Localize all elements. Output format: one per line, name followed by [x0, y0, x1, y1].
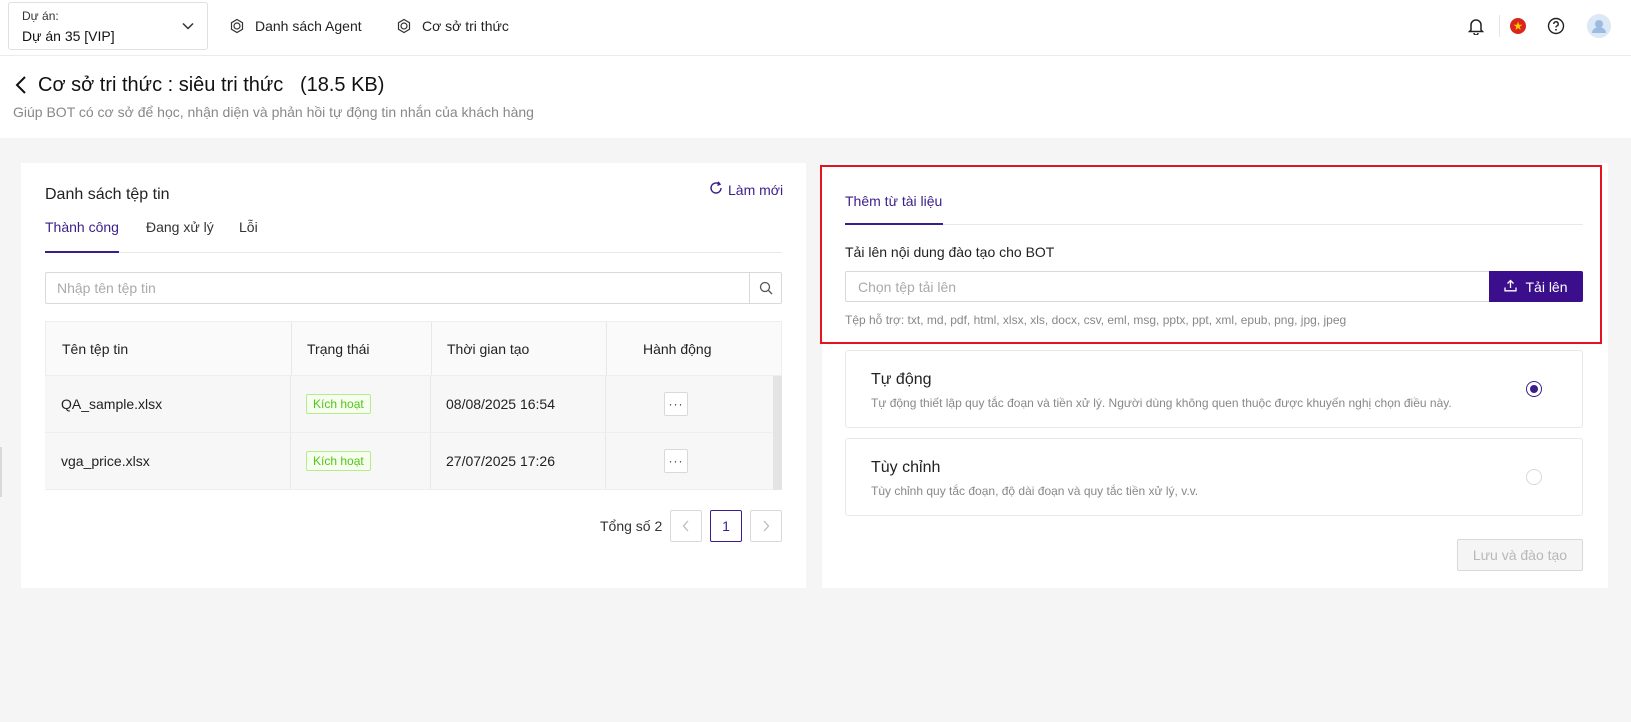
more-actions-button[interactable]: ··· [664, 449, 688, 473]
col-header: Tên tệp tin [62, 340, 129, 357]
file-search [45, 272, 782, 304]
table-row: QA_sample.xlsx Kích hoạt 08/08/2025 16:5… [45, 376, 782, 433]
file-list-title: Danh sách tệp tin [45, 186, 170, 203]
project-selector[interactable]: Dự án: Dự án 35 [VIP] [8, 2, 208, 50]
tab-error[interactable]: Lỗi [239, 219, 258, 253]
refresh-icon [709, 181, 723, 198]
tab-add-from-document[interactable]: Thêm từ tài liệu [845, 193, 942, 209]
option-description: Tùy chỉnh quy tắc đoạn, độ dài đoạn và q… [871, 484, 1199, 498]
action-cell: ··· [664, 433, 688, 489]
refresh-button[interactable]: Làm mới [709, 181, 783, 198]
divider [845, 224, 1583, 225]
status-badge: Kích hoạt [306, 394, 371, 414]
col-header: Thời gian tạo [447, 340, 530, 357]
option-custom[interactable]: Tùy chỉnh Tùy chỉnh quy tắc đoạn, độ dài… [845, 438, 1583, 516]
active-tab-indicator [845, 223, 943, 225]
search-input[interactable] [46, 273, 750, 303]
page-subtitle: Giúp BOT có cơ sở để học, nhận diện và p… [13, 104, 534, 120]
option-title: Tự động [871, 371, 932, 388]
divider [605, 376, 606, 432]
nav-label: Danh sách Agent [255, 18, 362, 34]
upload-button-label: Tải lên [1525, 278, 1568, 295]
page-title: Cơ sở tri thức : siêu tri thức (18.5 KB) [38, 74, 385, 96]
status-badge: Kích hoạt [306, 451, 371, 471]
nav-knowledge-base[interactable]: Cơ sở tri thức [396, 15, 509, 37]
file-table: Tên tệp tin Trạng thái Thời gian tạo Hàn… [45, 321, 782, 490]
tab-processing[interactable]: Đang xử lý [146, 219, 214, 253]
page-header: Cơ sở tri thức : siêu tri thức (18.5 KB)… [0, 56, 1631, 138]
upload-icon [1504, 279, 1518, 295]
col-header: Hành động [643, 340, 712, 357]
openai-icon [396, 18, 412, 34]
page-button[interactable]: 1 [710, 510, 742, 542]
project-label: Dự án: [22, 9, 59, 23]
tab-success[interactable]: Thành công [45, 219, 119, 253]
divider [290, 376, 291, 432]
divider [290, 433, 291, 489]
divider [431, 322, 432, 375]
col-header: Trạng thái [307, 340, 370, 357]
vietnam-flag-icon[interactable] [1507, 15, 1529, 37]
divider [606, 322, 607, 375]
file-name: vga_price.xlsx [61, 453, 150, 469]
table-row: vga_price.xlsx Kích hoạt 27/07/2025 17:2… [45, 433, 782, 490]
chevron-down-icon [181, 19, 195, 38]
project-value: Dự án 35 [VIP] [22, 28, 115, 44]
chevron-left-icon [682, 520, 689, 532]
openai-icon [229, 18, 245, 34]
option-description: Tự động thiết lập quy tắc đoạn và tiền x… [871, 396, 1452, 410]
created-time: 08/08/2025 16:54 [446, 396, 555, 412]
status-cell: Kích hoạt [306, 376, 371, 432]
table-header: Tên tệp tin Trạng thái Thời gian tạo Hàn… [45, 321, 782, 376]
divider [430, 376, 431, 432]
upload-label: Tải lên nội dung đào tạo cho BOT [845, 244, 1055, 260]
bell-icon[interactable] [1465, 15, 1487, 37]
radio-auto[interactable] [1526, 381, 1542, 397]
table-scrollbar[interactable] [773, 376, 782, 490]
file-name: QA_sample.xlsx [61, 396, 163, 412]
divider [605, 433, 606, 489]
search-button[interactable] [749, 273, 781, 303]
more-actions-button[interactable]: ··· [664, 392, 688, 416]
prev-page-button[interactable] [670, 510, 702, 542]
upload-button[interactable]: Tải lên [1489, 271, 1583, 302]
divider [291, 322, 292, 375]
pagination-total: Tổng số 2 [600, 518, 663, 534]
chevron-right-icon [763, 520, 770, 532]
file-picker-input[interactable]: Chọn tệp tải lên [845, 271, 1490, 302]
avatar[interactable] [1586, 13, 1612, 39]
status-tabs: Thành công Đang xử lý Lỗi [45, 219, 782, 253]
radio-custom[interactable] [1526, 469, 1542, 485]
divider [430, 433, 431, 489]
next-page-button[interactable] [750, 510, 782, 542]
nav-label: Cơ sở tri thức [422, 18, 509, 34]
back-arrow-icon[interactable] [14, 75, 30, 100]
search-icon [759, 281, 772, 295]
status-cell: Kích hoạt [306, 433, 371, 489]
supported-file-types: Tệp hỗ trợ: txt, md, pdf, html, xlsx, xl… [845, 313, 1347, 327]
option-auto[interactable]: Tự động Tự động thiết lập quy tắc đoạn v… [845, 350, 1583, 428]
top-bar: Dự án: Dự án 35 [VIP] Danh sách Agent Cơ… [0, 0, 1631, 56]
file-list-panel: Danh sách tệp tin Làm mới Thành công Đan… [21, 163, 806, 588]
option-title: Tùy chỉnh [871, 459, 941, 476]
divider [1499, 15, 1500, 37]
created-time: 27/07/2025 17:26 [446, 453, 555, 469]
refresh-label: Làm mới [728, 181, 784, 198]
action-cell: ··· [664, 376, 688, 432]
help-icon[interactable] [1545, 15, 1567, 37]
left-edge-handle [0, 447, 2, 497]
nav-agent-list[interactable]: Danh sách Agent [229, 15, 362, 37]
save-and-train-button[interactable]: Lưu và đào tạo [1457, 539, 1583, 571]
